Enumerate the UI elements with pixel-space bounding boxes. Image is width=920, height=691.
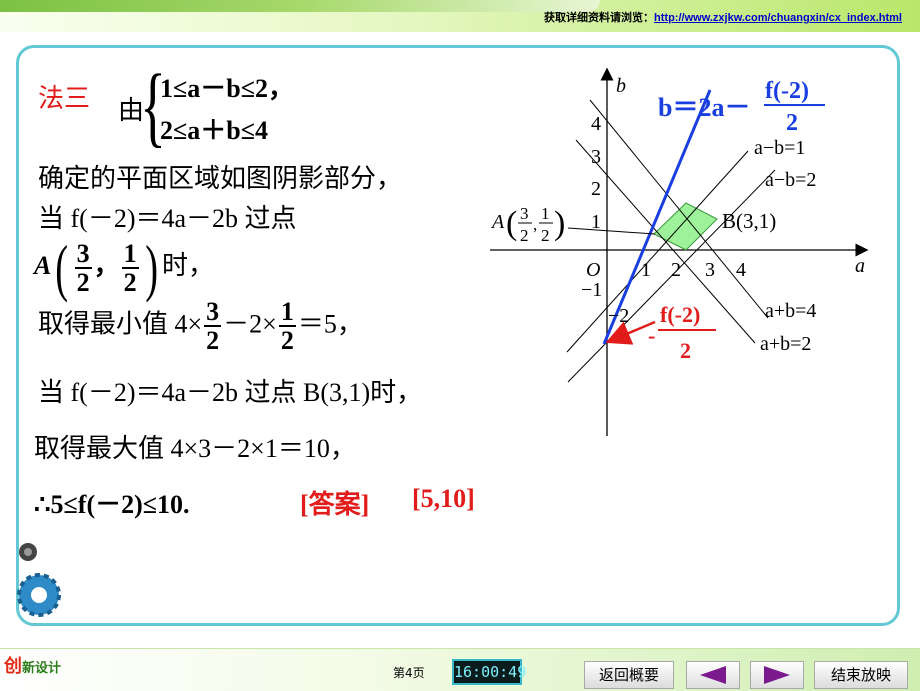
label-a-minus-b-2: a−b=2 bbox=[765, 169, 816, 191]
point-A-graph-lparen: ( bbox=[506, 205, 517, 242]
y-tick-4: 4 bbox=[591, 113, 601, 135]
point-A-suffix: 时， bbox=[161, 250, 214, 280]
point-A-graph-comma: , bbox=[533, 215, 537, 234]
shaded-region bbox=[653, 202, 718, 251]
intercept-denominator: 2 bbox=[680, 338, 691, 363]
label-a-plus-b-2: a+b=2 bbox=[760, 333, 811, 355]
origin-label: O bbox=[586, 259, 600, 281]
y-tick-2: 2 bbox=[591, 178, 601, 200]
method-label: 法三 bbox=[38, 84, 91, 113]
objective-label: b＝2a－ bbox=[658, 93, 750, 122]
intercept-numerator: f(-2) bbox=[660, 302, 700, 327]
next-slide-button[interactable] bbox=[750, 661, 804, 689]
objective-denominator: 2 bbox=[786, 110, 798, 136]
arrow-right-icon bbox=[764, 666, 790, 684]
conclusion-line: ∴5≤f(－2)≤10. bbox=[34, 490, 190, 519]
arrow-left-icon bbox=[700, 666, 726, 684]
y-tick-neg2: −2 bbox=[608, 305, 629, 327]
x-tick-4: 4 bbox=[736, 259, 746, 281]
when-line-2: 当 f(－2)＝4a－2b 过点 B(3,1)时， bbox=[38, 378, 423, 407]
header-prefix: 获取详细资料请浏览： bbox=[544, 12, 655, 24]
point-A-graph-den2: 2 bbox=[541, 226, 550, 245]
label-a-minus-b-1: a−b=1 bbox=[754, 137, 805, 159]
point-A-graph-letter: A bbox=[490, 211, 505, 233]
region-text: 确定的平面区域如图阴影部分， bbox=[38, 164, 403, 193]
end-show-button[interactable]: 结束放映 bbox=[814, 661, 908, 689]
clock-display: 16:00:49 bbox=[452, 659, 526, 685]
answer-value: [5,10] bbox=[412, 484, 475, 513]
y-tick-3: 3 bbox=[591, 146, 601, 168]
x-tick-2: 2 bbox=[671, 259, 681, 281]
header-link[interactable]: 获取详细资料请浏览：http://www.zxjkw.com/chuangxin… bbox=[544, 9, 902, 25]
label-a-plus-b-4: a+b=4 bbox=[765, 300, 816, 322]
point-A-letter: A bbox=[34, 250, 52, 280]
point-A-pointer bbox=[567, 227, 656, 235]
right-paren: ) bbox=[144, 232, 158, 303]
x-tick-1: 1 bbox=[641, 259, 651, 281]
point-A-expression: A(3 2， 1 2) 时， bbox=[34, 236, 214, 300]
gear-icon bbox=[17, 543, 61, 617]
objective-numerator: f(-2) bbox=[765, 78, 809, 104]
when-line-1: 当 f(－2)＝4a－2b 过点 bbox=[38, 204, 297, 233]
answer-label: [答案] bbox=[300, 490, 370, 519]
point-A-graph-rparen: ) bbox=[554, 205, 565, 242]
point-A-graph-num1: 3 bbox=[520, 204, 529, 223]
feasible-region-graph: 1 2 3 4 1 2 3 4 −1 −2 O a b a−b=1 a−b=2 … bbox=[490, 67, 869, 436]
system-line-1: 1≤a－b≤2， bbox=[160, 74, 294, 103]
page-number: 第4页 bbox=[393, 666, 425, 680]
fraction-1-2: 12 bbox=[121, 238, 139, 297]
fraction-3-2: 32 bbox=[74, 238, 92, 297]
back-to-summary-button[interactable]: 返回概要 bbox=[584, 661, 674, 689]
header-url[interactable]: http://www.zxjkw.com/chuangxin/cx_index.… bbox=[654, 12, 902, 24]
point-A-graph-num2: 1 bbox=[541, 204, 550, 223]
max-value-line: 取得最大值 4×3－2×1＝10， bbox=[34, 434, 356, 463]
logo: 创新设计 bbox=[4, 656, 62, 677]
point-A-graph-den1: 2 bbox=[520, 226, 529, 245]
separator: ， bbox=[93, 250, 120, 280]
min-value-line: 取得最小值 4× 3 2 －2× 1 2 ＝5， bbox=[38, 297, 363, 356]
axis-a-label: a bbox=[855, 255, 865, 277]
prev-slide-button[interactable] bbox=[686, 661, 740, 689]
left-paren: ( bbox=[55, 232, 69, 303]
point-B-label: B(3,1) bbox=[722, 209, 776, 233]
banner-wave bbox=[0, 0, 600, 12]
system-line-2: 2≤a＋b≤4 bbox=[160, 116, 268, 145]
axis-b-label: b bbox=[616, 75, 626, 97]
y-tick-neg1: −1 bbox=[581, 279, 602, 301]
y-tick-1: 1 bbox=[591, 211, 601, 233]
top-banner: 获取详细资料请浏览：http://www.zxjkw.com/chuangxin… bbox=[0, 0, 920, 32]
intercept-sign: - bbox=[648, 323, 655, 348]
x-tick-3: 3 bbox=[705, 259, 715, 281]
